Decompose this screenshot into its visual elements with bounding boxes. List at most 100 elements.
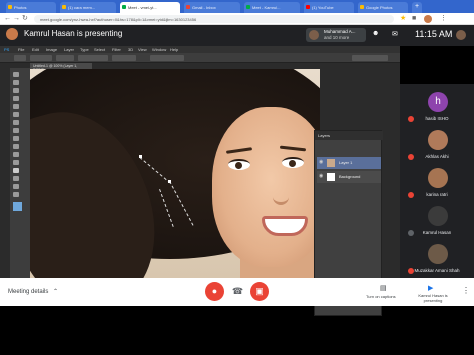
ps-option[interactable]	[30, 55, 52, 61]
ps-menu-3d[interactable]: 3D	[128, 47, 133, 52]
participant-tile[interactable]: h hasib ISHO	[400, 92, 474, 132]
ps-option[interactable]	[56, 55, 74, 61]
layer-row[interactable]: ◉ Background	[317, 171, 381, 183]
browser-tab[interactable]: Meet - Kamrul...	[244, 2, 300, 13]
ps-menu-filter[interactable]: Filter	[112, 47, 121, 52]
avatar	[309, 30, 319, 40]
ps-menu-image[interactable]: Image	[46, 47, 57, 52]
layer-thumbnail	[327, 173, 335, 181]
marquee-tool-icon[interactable]	[13, 80, 19, 85]
avatar	[428, 168, 448, 188]
ps-menu-file[interactable]: File	[18, 47, 24, 52]
profile-avatar[interactable]	[424, 15, 432, 23]
end-call-button[interactable]: ☎	[228, 282, 247, 301]
mic-toggle-button[interactable]: ●	[205, 282, 224, 301]
ps-menu-type[interactable]: Type	[80, 47, 89, 52]
camera-toggle-button[interactable]: ▣	[250, 282, 269, 301]
ps-menu-window[interactable]: Window	[152, 47, 166, 52]
star-icon[interactable]: ★	[400, 15, 406, 23]
healing-tool-icon[interactable]	[13, 120, 19, 125]
url-input[interactable]: meet.google.com/ynz-hwra-hxf?authuser=0&…	[34, 15, 394, 23]
path-anchor-point[interactable]	[168, 180, 171, 183]
self-avatar[interactable]	[456, 30, 466, 40]
captions-icon[interactable]: ▤	[380, 284, 387, 292]
stamp-tool-icon[interactable]	[13, 136, 19, 141]
avatar: h	[428, 92, 448, 112]
ps-option[interactable]	[112, 55, 136, 61]
back-arrow-icon[interactable]: ←	[4, 15, 11, 23]
participant-name: hasib ISHO	[425, 116, 449, 121]
ps-workspace[interactable]	[352, 55, 388, 61]
browser-tab[interactable]: (1) YouTube	[304, 2, 354, 13]
shared-screen-photoshop: PS File Edit Image Layer Type Select Fil…	[0, 46, 400, 316]
presenting-label[interactable]: Kamrul Hasan is presenting	[414, 293, 452, 303]
extensions-icon[interactable]: ■	[412, 15, 416, 23]
presenter-avatar	[6, 28, 18, 40]
layer-name: Background	[339, 174, 361, 179]
ps-menu-help[interactable]: Help	[170, 47, 178, 52]
ps-menu-layer[interactable]: Layer	[64, 47, 74, 52]
participant-tile[interactable]: Kamrul Hasan	[400, 206, 474, 246]
forward-arrow-icon[interactable]: →	[13, 15, 20, 23]
browser-tab[interactable]: (1) cara mem...	[60, 2, 116, 13]
eye	[282, 157, 304, 168]
browser-tab-active[interactable]: Meet - vmei-yt...	[120, 2, 180, 13]
path-anchor-point[interactable]	[139, 155, 142, 158]
hand-tool-icon[interactable]	[13, 184, 19, 189]
eraser-tool-icon[interactable]	[13, 144, 19, 149]
present-screen-icon[interactable]: ▶	[428, 284, 433, 292]
ps-canvas[interactable]	[30, 69, 320, 278]
browser-tab[interactable]: Google Photos	[358, 2, 408, 13]
zoom-tool-icon[interactable]	[13, 192, 19, 197]
more-options-icon[interactable]: ⋮	[462, 286, 470, 295]
ps-option[interactable]	[150, 55, 184, 61]
ps-menu-view[interactable]: View	[138, 47, 147, 52]
ps-menu-select[interactable]: Select	[94, 47, 105, 52]
avatar	[428, 206, 448, 226]
visibility-eye-icon[interactable]: ◉	[319, 174, 323, 179]
pen-tool-icon[interactable]	[13, 168, 19, 173]
browser-tab[interactable]: Photos	[6, 2, 56, 13]
meeting-details-label: Meeting details	[8, 289, 49, 295]
quick-select-tool-icon[interactable]	[13, 96, 19, 101]
gradient-tool-icon[interactable]	[13, 152, 19, 157]
gmail-favicon-icon	[186, 5, 190, 9]
dodge-tool-icon[interactable]	[13, 160, 19, 165]
participant-name: Kamrul Hasan	[422, 230, 452, 235]
crop-tool-icon[interactable]	[13, 104, 19, 109]
type-tool-icon[interactable]	[13, 176, 19, 181]
brush-tool-icon[interactable]	[13, 128, 19, 133]
eyedropper-tool-icon[interactable]	[13, 112, 19, 117]
participants-chip[interactable]: Muhammad A... and 10 more	[306, 28, 366, 42]
meeting-details-button[interactable]: Meeting details ⌃	[8, 288, 58, 295]
layer-row[interactable]: ◉ Layer 1	[317, 157, 381, 169]
lasso-tool-icon[interactable]	[13, 88, 19, 93]
ps-menu-edit[interactable]: Edit	[32, 47, 39, 52]
chevron-up-icon: ⌃	[53, 289, 59, 295]
ps-tool-preset[interactable]	[14, 55, 26, 61]
participant-tile[interactable]: Akhlas Akhi	[400, 130, 474, 170]
participant-tile[interactable]: karina ratri	[400, 168, 474, 208]
browser-tab[interactable]: Gmail - Inbox	[184, 2, 240, 13]
camera-off-icon: ▣	[255, 286, 264, 296]
ps-option[interactable]	[78, 55, 108, 61]
foreground-color-swatch[interactable]	[13, 202, 22, 211]
ps-options-bar	[0, 53, 400, 63]
reload-icon[interactable]: ↻	[22, 15, 28, 23]
visibility-eye-icon[interactable]: ◉	[319, 160, 323, 165]
browser-menu-icon[interactable]: ⋮	[440, 15, 447, 23]
layer-name: Layer 1	[339, 160, 353, 165]
meet-favicon-icon	[246, 5, 250, 9]
people-icon[interactable]: ☻	[372, 30, 379, 37]
address-bar: ← → ↻ meet.google.com/ynz-hwra-hxf?authu…	[0, 13, 474, 25]
layers-panel-title: Layers	[315, 131, 383, 140]
photos-favicon-icon	[360, 5, 364, 9]
captions-label[interactable]: Turn on captions	[366, 294, 396, 299]
chat-icon[interactable]: ✉	[392, 30, 398, 38]
participant-name: Akhlas Akhi	[425, 154, 449, 159]
avatar	[428, 244, 448, 264]
new-tab-button[interactable]: +	[412, 2, 422, 13]
eye	[228, 159, 250, 170]
participant-name: Muzakkar Amani Shah	[414, 268, 460, 273]
move-tool-icon[interactable]	[13, 72, 19, 77]
